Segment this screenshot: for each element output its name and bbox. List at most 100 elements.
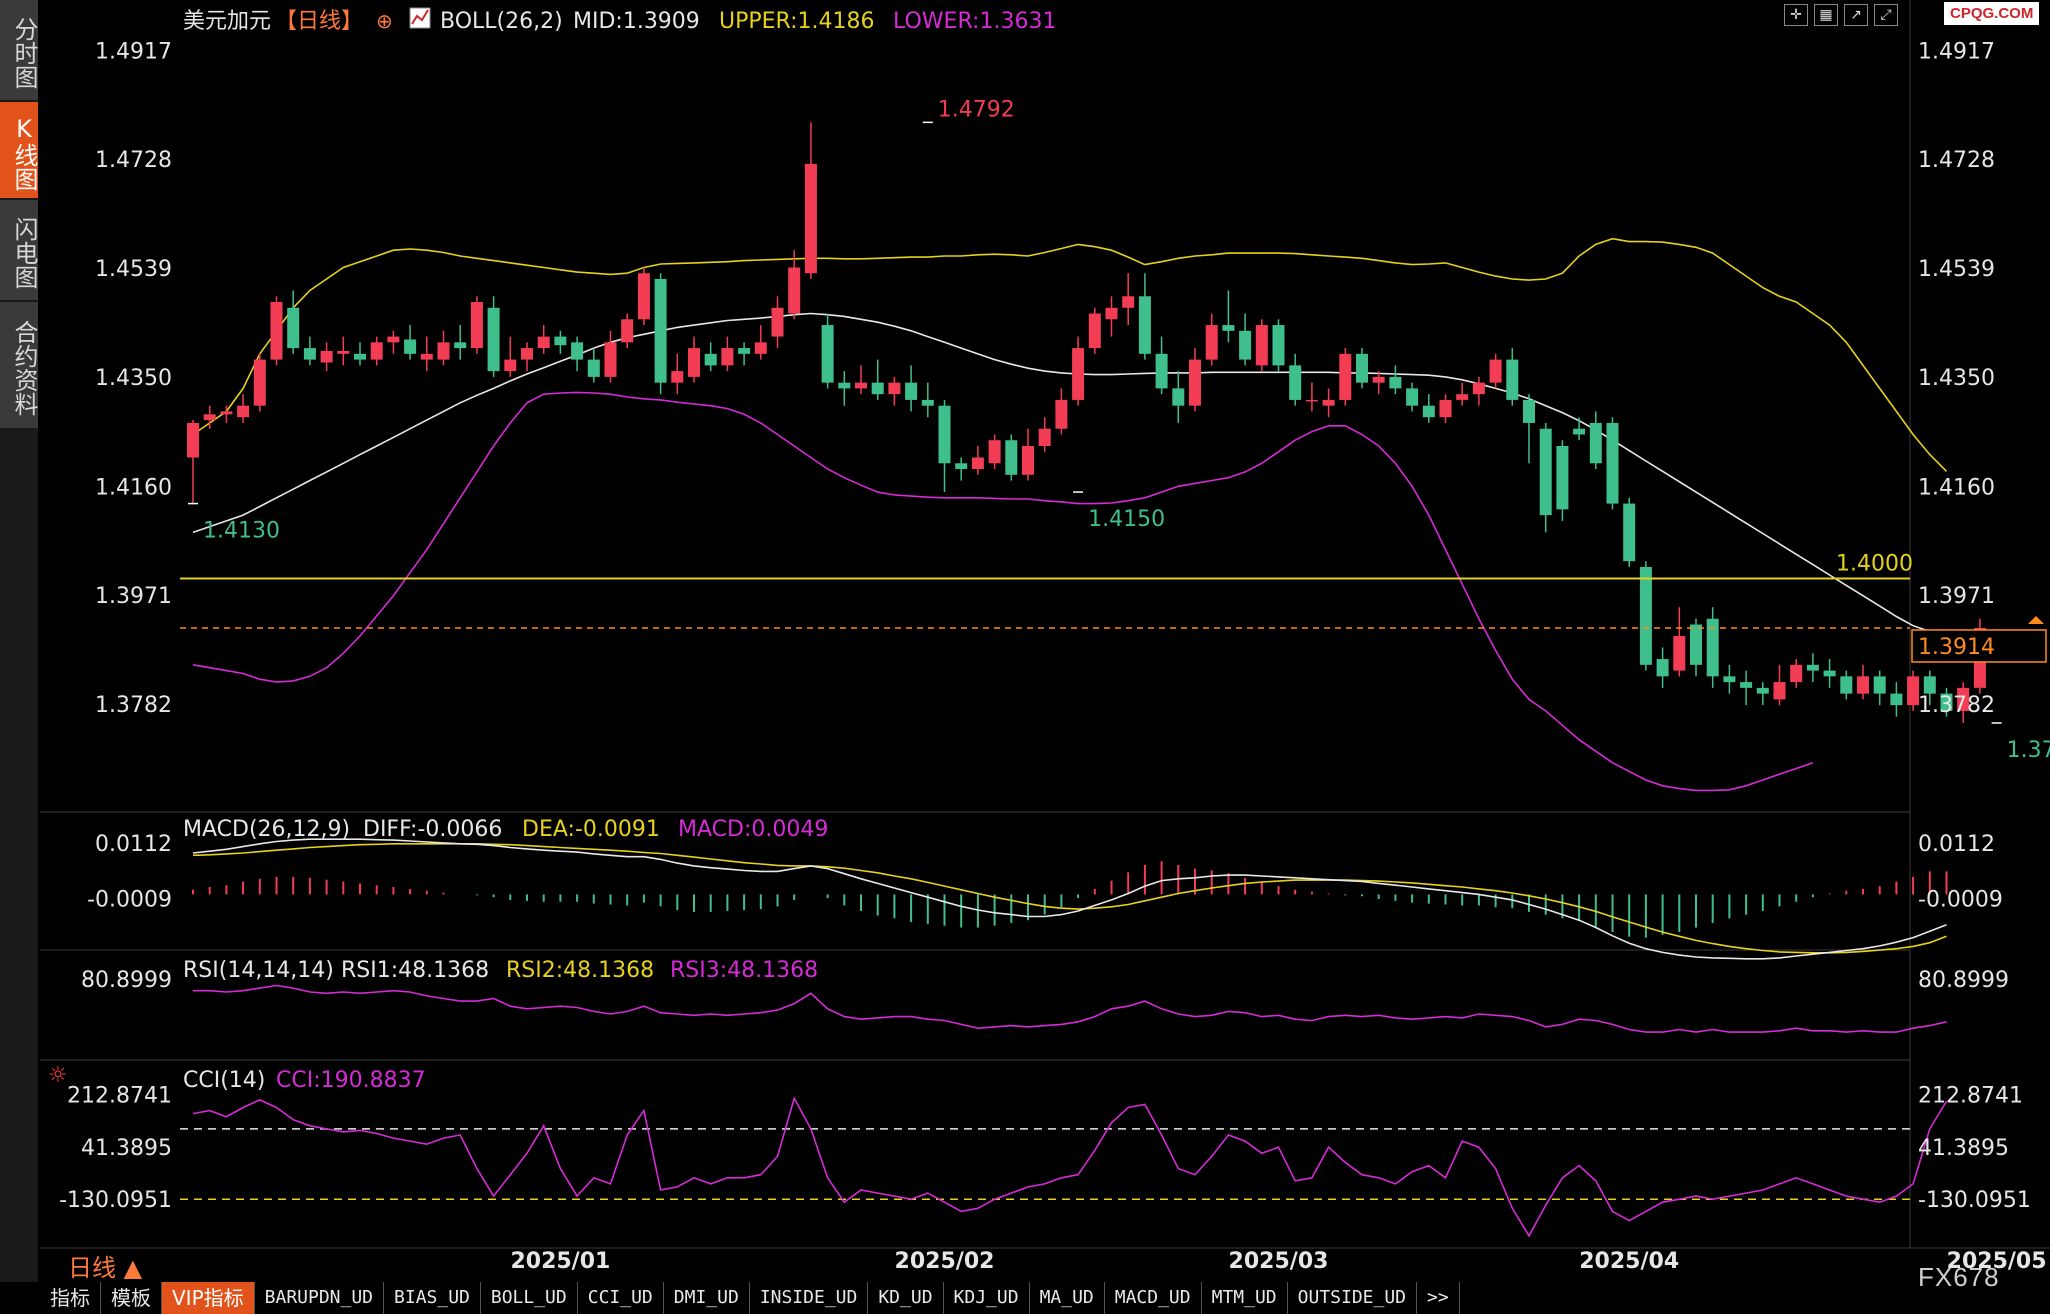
candle-body (404, 339, 417, 354)
candle-body (220, 411, 233, 415)
price-axis-right-label: 1.4350 (1918, 366, 1995, 391)
candle-body (320, 350, 333, 363)
candle-body (1506, 359, 1519, 400)
rsi-axis-left-label: 80.8999 (81, 968, 172, 993)
period-selector[interactable]: 日线 ▲ (68, 1248, 142, 1283)
candle-body (788, 267, 801, 314)
candle-body (688, 348, 700, 377)
candle-body (504, 359, 517, 372)
price-axis-right-label: 1.4160 (1918, 475, 1995, 500)
cci-axis-left-label: 41.3895 (81, 1136, 172, 1161)
candle-body (1222, 325, 1235, 331)
tab-contract-info[interactable]: 合约资料 (0, 302, 38, 428)
rsi2-label: RSI2:48.1368 (506, 958, 654, 983)
price-axis-left-label: 1.4728 (95, 148, 172, 173)
cci-axis-left-label: -130.0951 (59, 1188, 172, 1213)
candle-body (1840, 676, 1853, 694)
candle-body (1606, 422, 1619, 504)
indicator-tab[interactable]: VIP指标 (162, 1282, 255, 1314)
candle-body (921, 399, 934, 406)
candle-body (1923, 676, 1936, 694)
candle-body (587, 359, 600, 377)
tab-kline[interactable]: K线图 (0, 102, 38, 198)
price-axis-left-label: 1.4350 (95, 366, 172, 391)
candle-body (604, 342, 617, 377)
indicator-tab[interactable]: 指标 (40, 1282, 101, 1314)
candle-body (754, 342, 767, 354)
candle-body (470, 302, 483, 349)
rsi1-label: RSI1:48.1368 (341, 958, 489, 983)
candle-body (303, 348, 316, 360)
layout-tool-icon[interactable]: ▦ (1814, 4, 1838, 26)
date-axis-label: 2025/03 (1229, 1249, 1329, 1274)
candle-body (354, 353, 366, 360)
candle-body (1489, 359, 1502, 383)
indicator-tab[interactable]: INSIDE_UD (750, 1282, 869, 1314)
indicator-tab[interactable]: CCI_UD (578, 1282, 664, 1314)
candle-body (387, 336, 400, 343)
candle-body (187, 422, 199, 458)
tab-kline-label: K线图 (10, 115, 38, 191)
crosshair-tool-icon[interactable]: ✛ (1784, 4, 1808, 26)
candle-body (253, 359, 266, 406)
indicator-tab[interactable]: BARUPDN_UD (255, 1282, 385, 1314)
candle-body (888, 382, 901, 395)
candle-body (804, 163, 817, 274)
candle-body (654, 278, 667, 383)
indicator-tab[interactable]: KDJ_UD (944, 1282, 1030, 1314)
candle-body (1205, 325, 1218, 360)
candle-body (1573, 428, 1586, 435)
indicator-tab[interactable]: OUTSIDE_UD (1288, 1282, 1418, 1314)
price-axis-left-label: 1.3782 (95, 693, 172, 718)
candle-body (1172, 388, 1185, 406)
candle-body (1189, 359, 1201, 406)
date-axis-label: 2025/02 (895, 1249, 995, 1274)
price-axis-left-label: 1.4917 (95, 39, 172, 64)
indicator-tab[interactable]: >> (1417, 1282, 1460, 1314)
tab-flash[interactable]: 闪电图 (0, 200, 38, 300)
fullscreen-tool-icon[interactable]: ⤢ (1874, 4, 1898, 26)
candle-body (1122, 296, 1135, 308)
macd-axis-right-label: 0.0112 (1918, 832, 1995, 857)
macd-axis-left-label: 0.0112 (95, 832, 172, 857)
candle-body (1556, 445, 1569, 510)
current-price-label: 1.3914 (1918, 635, 1995, 660)
candle-body (955, 463, 968, 470)
indicator-tab[interactable]: MA_UD (1030, 1282, 1105, 1314)
candle-body (1723, 676, 1736, 683)
candle-body (1389, 376, 1402, 389)
cci-axis-right-label: -130.0951 (1918, 1188, 2031, 1213)
candle-body (1239, 330, 1252, 360)
candle-body (1873, 676, 1886, 694)
indicator-tab-bar: 指标 模板 VIP指标 BARUPDN_UD BIAS_UD BOLL_UD CCI_UD D… (40, 1282, 1760, 1314)
macd-title: MACD(26,12,9) (183, 817, 350, 842)
indicator-tab[interactable]: BIAS_UD (384, 1282, 481, 1314)
candle-body (1439, 399, 1452, 418)
candle-body (838, 382, 851, 389)
candle-body (1305, 399, 1318, 402)
candle-body (487, 307, 500, 372)
settings-icon[interactable]: ⊕ (376, 9, 393, 33)
indicator-tab[interactable]: MTM_UD (1202, 1282, 1288, 1314)
date-axis-label: 2025/04 (1579, 1249, 1679, 1274)
boll-params: BOLL(26,2) (440, 9, 563, 34)
candle-body (537, 336, 550, 349)
indicator-tab[interactable]: BOLL_UD (481, 1282, 578, 1314)
candle-body (437, 342, 450, 360)
candle-body (454, 342, 467, 349)
indicator-tab[interactable]: 模板 (101, 1282, 162, 1314)
indicator-tab[interactable]: MACD_UD (1105, 1282, 1202, 1314)
indicator-tab[interactable]: KD_UD (868, 1282, 944, 1314)
candle-body (337, 350, 350, 354)
candle-body (420, 353, 433, 360)
indicator-tab[interactable]: DMI_UD (664, 1282, 750, 1314)
tab-timeshare[interactable]: 分时图 (0, 0, 38, 100)
cci-sun-icon[interactable]: ☼ (48, 1063, 68, 1088)
rsi-axis-right-label: 80.8999 (1918, 968, 2009, 993)
candle-body (1406, 388, 1419, 406)
candle-body (370, 342, 383, 360)
draw-tool-icon[interactable]: ↗ (1844, 4, 1868, 26)
macd-axis-left-label: -0.0009 (87, 888, 172, 913)
candle-body (988, 440, 1001, 464)
price-axis-left-label: 1.3971 (95, 584, 172, 609)
